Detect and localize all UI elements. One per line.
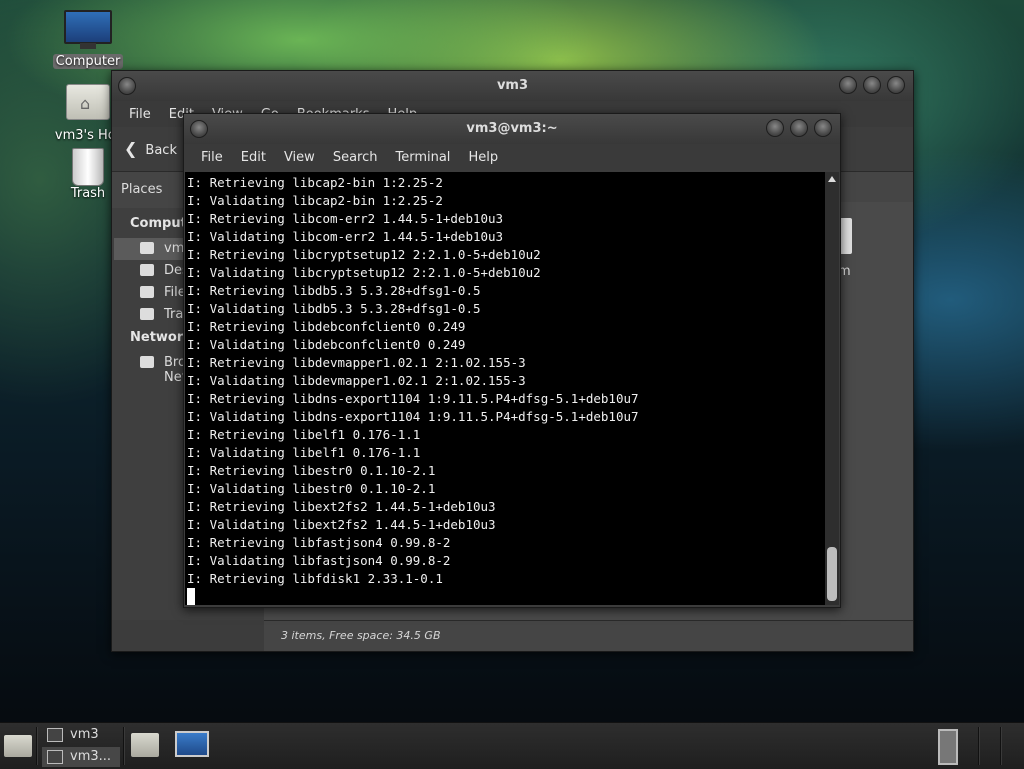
trash-icon [72,148,104,186]
computer-launcher-icon[interactable] [175,731,209,757]
terminal-titlebar[interactable]: vm3@vm3:~ [184,114,840,144]
terminal-line: I: Validating libcap2-bin 1:2.25-2 [187,193,443,208]
terminal-line: I: Validating libext2fs2 1.44.5-1+deb10u… [187,517,496,532]
terminal-line: I: Validating libfastjson4 0.99.8-2 [187,553,451,568]
menu-file[interactable]: File [120,107,160,122]
minimize-button[interactable] [766,119,784,137]
task-terminal[interactable]: vm3... [42,747,120,767]
terminal-line: I: Retrieving libdebconfclient0 0.249 [187,319,466,334]
show-desktop-icon[interactable] [4,735,32,757]
terminal-window: vm3@vm3:~ File Edit View Search Terminal… [183,113,841,608]
terminal-line: I: Validating libestr0 0.1.10-2.1 [187,481,436,496]
desktop-icon-computer[interactable]: Computer [48,10,128,69]
menu-edit[interactable]: Edit [232,150,275,165]
places-label: Places [121,182,163,197]
terminal-line: I: Retrieving libfastjson4 0.99.8-2 [187,535,451,550]
terminal-line: I: Retrieving libdevmapper1.02.1 2:1.02.… [187,355,526,370]
terminal-small-icon [47,750,63,764]
terminal-line: I: Retrieving libdns-export1104 1:9.11.5… [187,391,639,406]
terminal-line: I: Validating libcryptsetup12 2:2.1.0-5+… [187,265,541,280]
terminal-line: I: Validating libdebconfclient0 0.249 [187,337,466,352]
terminal-screen[interactable]: I: Retrieving libcap2-bin 1:2.25-2 I: Val… [185,172,825,605]
back-button[interactable]: ❮ Back [124,139,177,158]
terminal-line: I: Retrieving libext2fs2 1.44.5-1+deb10u… [187,499,496,514]
taskbar: vm3 vm3... [0,722,1024,769]
terminal-line: I: Retrieving libelf1 0.176-1.1 [187,427,421,442]
computer-icon [64,10,112,49]
desktop-icon-label: Computer [52,54,124,69]
terminal-line: I: Retrieving libestr0 0.1.10-2.1 [187,463,436,478]
menu-file[interactable]: File [192,150,232,165]
close-button[interactable] [887,76,905,94]
home-folder-icon: ⌂ [66,84,110,120]
terminal-line: I: Retrieving libcap2-bin 1:2.25-2 [187,175,443,190]
folder-small-icon [47,728,63,742]
menu-terminal[interactable]: Terminal [386,150,459,165]
desktop-icon [140,264,154,276]
drive-icon [140,286,154,298]
terminal-line: I: Validating libdns-export1104 1:9.11.5… [187,409,639,424]
menu-help[interactable]: Help [459,150,507,165]
home-folder-launcher-icon[interactable] [131,733,159,757]
terminal-line: I: Retrieving libcom-err2 1.44.5-1+deb10… [187,211,504,226]
task-label: vm3 [70,727,99,742]
terminal-menubar: File Edit View Search Terminal Help [184,144,840,170]
home-icon [140,242,154,254]
task-label: vm3... [70,749,112,764]
window-title: vm3 [496,78,529,93]
status-text: 3 items, Free space: 34.5 GB [281,629,441,642]
close-button[interactable] [814,119,832,137]
terminal-line: I: Validating libcom-err2 1.44.5-1+deb10… [187,229,504,244]
status-bar: 3 items, Free space: 34.5 GB [264,620,913,651]
maximize-button[interactable] [863,76,881,94]
terminal-scrollbar[interactable] [825,172,839,605]
menu-search[interactable]: Search [324,150,387,165]
scrollbar-thumb[interactable] [827,547,837,601]
terminal-line: I: Validating libelf1 0.176-1.1 [187,445,421,460]
trash-small-icon [140,308,154,320]
terminal-line: I: Retrieving libdb5.3 5.3.28+dfsg1-0.5 [187,283,481,298]
terminal-line: I: Retrieving libfdisk1 2.33.1-0.1 [187,571,443,586]
workspace-switcher[interactable] [938,729,958,765]
terminal-line: I: Validating libdb5.3 5.3.28+dfsg1-0.5 [187,301,481,316]
terminal-line: I: Validating libdevmapper1.02.1 2:1.02.… [187,373,526,388]
task-file-manager[interactable]: vm3 [42,725,120,745]
desktop-icon-label: Trash [70,186,106,201]
terminal-line: I: Retrieving libcryptsetup12 2:2.1.0-5+… [187,247,541,262]
maximize-button[interactable] [790,119,808,137]
window-title: vm3@vm3:~ [466,121,558,136]
minimize-button[interactable] [839,76,857,94]
terminal-output: I: Retrieving libcap2-bin 1:2.25-2 I: Val… [185,172,825,605]
network-icon [140,356,154,368]
file-manager-titlebar[interactable]: vm3 [112,71,913,101]
back-label: Back [145,143,177,158]
scroll-up-icon[interactable] [828,176,836,182]
terminal-prompt-line [187,588,825,605]
menu-view[interactable]: View [275,150,324,165]
back-arrow-icon: ❮ [124,139,138,158]
terminal-cursor [187,588,195,605]
